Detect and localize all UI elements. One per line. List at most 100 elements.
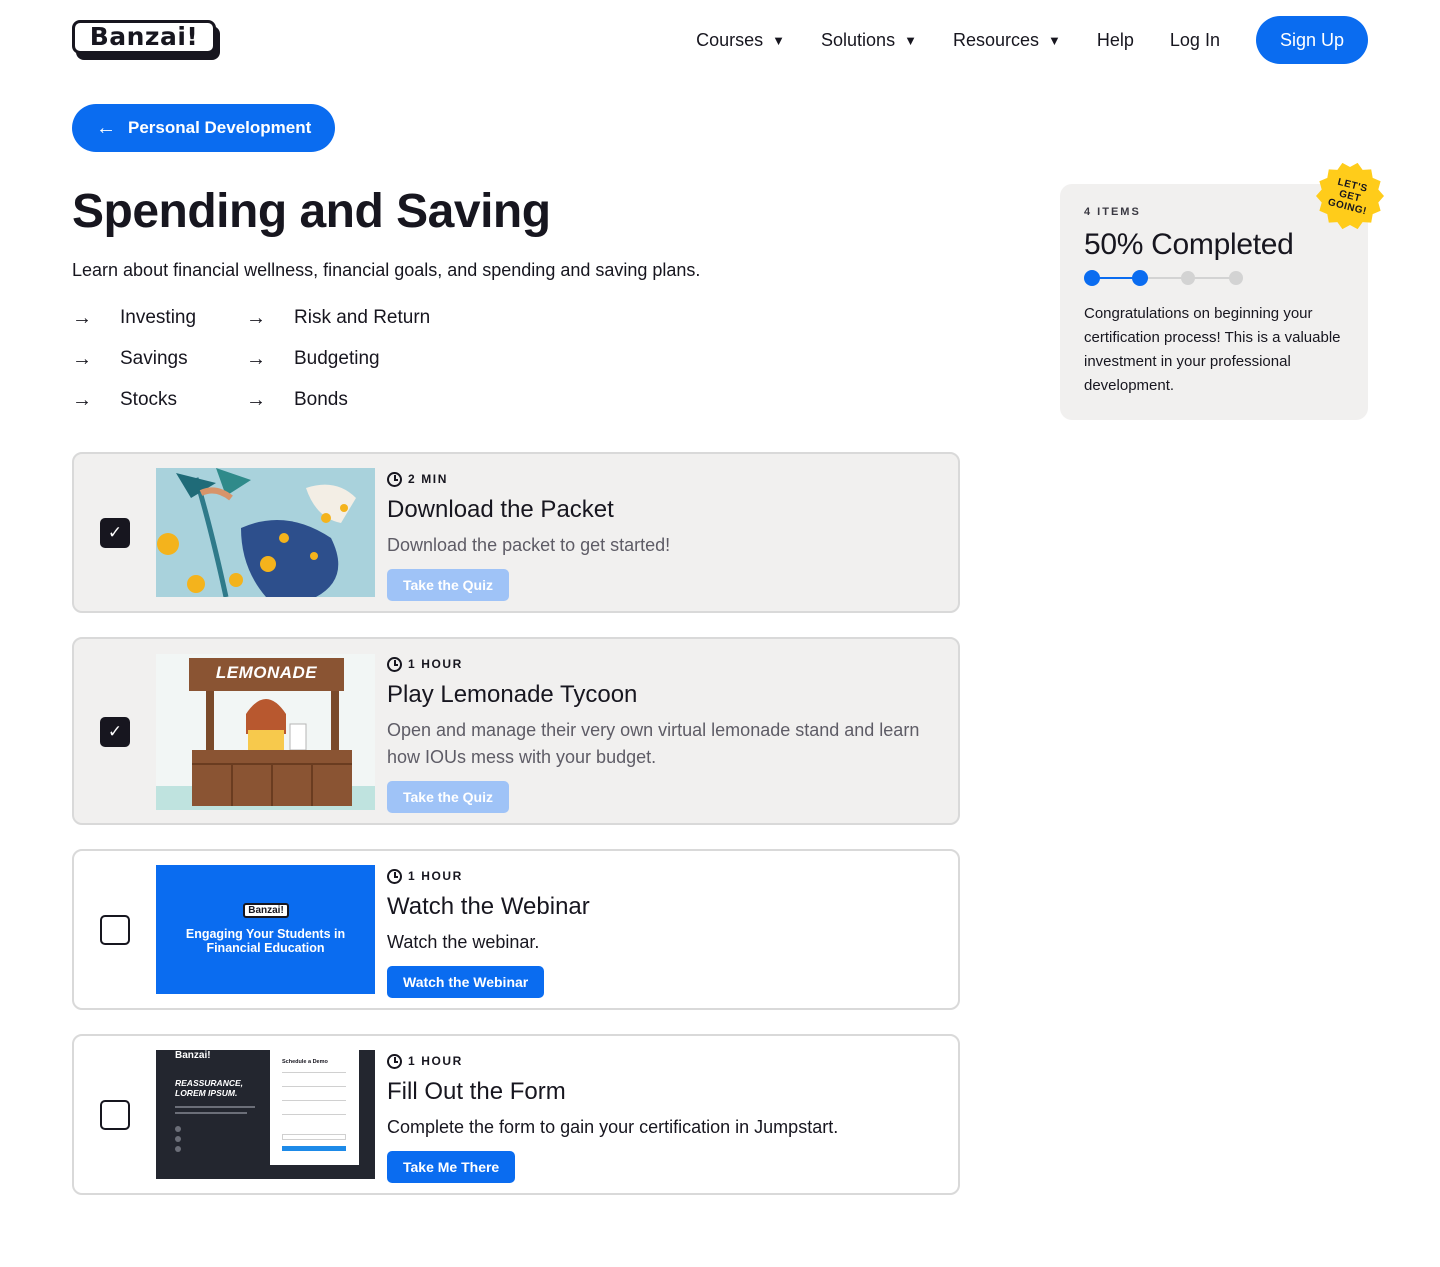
- watch-webinar-button[interactable]: Watch the Webinar: [387, 966, 545, 998]
- lesson-complete-checkbox[interactable]: ✓: [100, 717, 130, 747]
- lesson-description: Complete the form to gain your certifica…: [387, 1117, 839, 1137]
- take-quiz-button[interactable]: Take the Quiz: [387, 781, 509, 813]
- arrow-right-icon: →: [246, 347, 266, 370]
- topic-label: Risk and Return: [294, 307, 431, 328]
- caret-down-icon: ▼: [904, 32, 917, 48]
- lesson-complete-checkbox[interactable]: [100, 915, 130, 945]
- back-button-label: Personal Development: [128, 118, 312, 137]
- form-thumb-heading: REASSURANCE, LOREM IPSUM.: [175, 1078, 244, 1098]
- clock-icon: [387, 868, 402, 884]
- topic-item: → Savings: [72, 347, 246, 371]
- lesson-duration: 2 MIN: [387, 470, 938, 488]
- lesson-description: Download the packet to get started!: [387, 535, 671, 555]
- form-thumb-field: [282, 1072, 346, 1073]
- topic-label: Budgeting: [294, 348, 380, 369]
- login-link[interactable]: Log In: [1170, 30, 1220, 51]
- progress-step-pending: [1181, 271, 1195, 285]
- logo-text: Banzai!: [72, 20, 216, 54]
- clock-icon: [387, 656, 402, 672]
- form-thumb-form-title: Schedule a Demo: [282, 1059, 328, 1065]
- topic-item: → Bonds: [246, 388, 466, 412]
- lesson-title: Watch the Webinar: [387, 893, 590, 920]
- form-thumb-bullet: [175, 1126, 181, 1132]
- lesson-thumbnail-image: Banzai! REASSURANCE, LOREM IPSUM. Schedu…: [156, 1050, 375, 1179]
- lesson-duration-label: 2 MIN: [408, 472, 449, 486]
- nav-resources-label: Resources: [952, 29, 1039, 50]
- form-thumb-field: [282, 1114, 346, 1115]
- lesson-card-lemonade-tycoon: ✓ LEMONADE 1 HOUR Play Lemonade Tycoon O…: [72, 637, 960, 825]
- lesson-thumbnail-image: LEMONADE: [156, 654, 375, 810]
- form-thumb-text-line: [175, 1106, 255, 1108]
- form-thumb-field: [282, 1086, 346, 1087]
- form-thumb-field: [282, 1100, 346, 1101]
- lets-get-going-badge: LET'S GET GOING!: [1316, 162, 1384, 230]
- progress-steps: [1084, 270, 1244, 286]
- lesson-duration-label: 1 HOUR: [408, 869, 463, 883]
- course-description: Learn about financial wellness, financia…: [72, 260, 701, 280]
- signup-button[interactable]: Sign Up: [1255, 16, 1368, 64]
- nav-solutions[interactable]: Solutions ▼: [821, 30, 917, 51]
- form-thumb-logo: Banzai!: [175, 1050, 211, 1061]
- lesson-complete-checkbox[interactable]: ✓: [100, 518, 130, 548]
- lesson-duration-label: 1 HOUR: [408, 657, 463, 671]
- topic-label: Bonds: [294, 389, 348, 410]
- topic-item: → Stocks: [72, 388, 246, 412]
- arrow-right-icon: →: [246, 306, 266, 329]
- lesson-duration-label: 1 HOUR: [408, 1054, 463, 1068]
- lesson-info: 1 HOUR Watch the Webinar Watch the webin…: [387, 867, 938, 998]
- lesson-duration: 1 HOUR: [387, 1052, 938, 1070]
- take-quiz-button[interactable]: Take the Quiz: [387, 569, 509, 601]
- page-title: Spending and Saving: [72, 185, 551, 238]
- take-me-there-button[interactable]: Take Me There: [387, 1151, 516, 1183]
- completion-percentage: 50% Completed: [1084, 228, 1294, 261]
- topic-item: → Risk and Return: [246, 306, 466, 330]
- progress-message: Congratulations on beginning your certif…: [1084, 305, 1341, 394]
- form-thumb-bullet: [175, 1146, 181, 1152]
- topics-list: → Investing → Risk and Return → Savings → Bu…: [72, 306, 466, 412]
- topic-label: Investing: [120, 307, 197, 328]
- top-nav: Courses ▼ Solutions ▼ Resources ▼ Help L…: [696, 16, 1368, 64]
- form-thumb-text-line: [175, 1112, 247, 1114]
- form-thumb-panel: Schedule a Demo: [270, 1050, 359, 1165]
- arrow-right-icon: →: [72, 347, 92, 370]
- progress-step-done: [1084, 270, 1100, 286]
- lesson-title: Fill Out the Form: [387, 1078, 566, 1105]
- banzai-logo[interactable]: Banzai!: [72, 20, 220, 60]
- topic-label: Stocks: [120, 389, 178, 410]
- lesson-description: Watch the webinar.: [387, 932, 540, 952]
- caret-down-icon: ▼: [1048, 32, 1061, 48]
- nav-help-link[interactable]: Help: [1097, 30, 1134, 51]
- back-to-category-button[interactable]: ← Personal Development: [72, 104, 336, 152]
- arrow-left-icon: ←: [96, 116, 116, 139]
- lesson-card-download-packet: ✓ 2 MIN Download the Packet Download the…: [72, 452, 960, 613]
- arrow-right-icon: →: [72, 306, 92, 329]
- form-thumb-bullet: [175, 1136, 181, 1142]
- topic-item: → Budgeting: [246, 347, 466, 371]
- nav-courses[interactable]: Courses ▼: [696, 30, 785, 51]
- lesson-title: Download the Packet: [387, 496, 614, 523]
- form-thumb-checkbox: [282, 1134, 346, 1140]
- progress-step-done: [1132, 270, 1148, 286]
- arrow-right-icon: →: [246, 388, 266, 411]
- lesson-description: Open and manage their very own virtual l…: [387, 720, 920, 767]
- lesson-complete-checkbox[interactable]: [100, 1100, 130, 1130]
- lesson-card-watch-webinar: Banzai! Engaging Your Students in Financ…: [72, 849, 960, 1010]
- lesson-info: 2 MIN Download the Packet Download the p…: [387, 470, 938, 601]
- lesson-duration: 1 HOUR: [387, 867, 938, 885]
- nav-solutions-label: Solutions: [821, 29, 896, 50]
- topic-label: Savings: [120, 348, 188, 369]
- webinar-thumb-logo: Banzai!: [243, 903, 289, 918]
- lesson-title: Play Lemonade Tycoon: [387, 681, 638, 708]
- lesson-info: 1 HOUR Play Lemonade Tycoon Open and man…: [387, 655, 938, 813]
- lesson-duration: 1 HOUR: [387, 655, 938, 673]
- lesson-info: 1 HOUR Fill Out the Form Complete the fo…: [387, 1052, 938, 1183]
- lesson-thumbnail-image: Banzai! Engaging Your Students in Financ…: [156, 865, 375, 994]
- webinar-thumb-title: Engaging Your Students in Financial Educ…: [185, 927, 346, 955]
- arrow-right-icon: →: [72, 388, 92, 411]
- lesson-thumbnail-image: [156, 468, 375, 597]
- lemonade-sign: LEMONADE: [215, 663, 318, 682]
- clock-icon: [387, 1053, 402, 1069]
- nav-courses-label: Courses: [696, 29, 764, 50]
- topic-item: → Investing: [72, 306, 246, 330]
- nav-resources[interactable]: Resources ▼: [953, 30, 1061, 51]
